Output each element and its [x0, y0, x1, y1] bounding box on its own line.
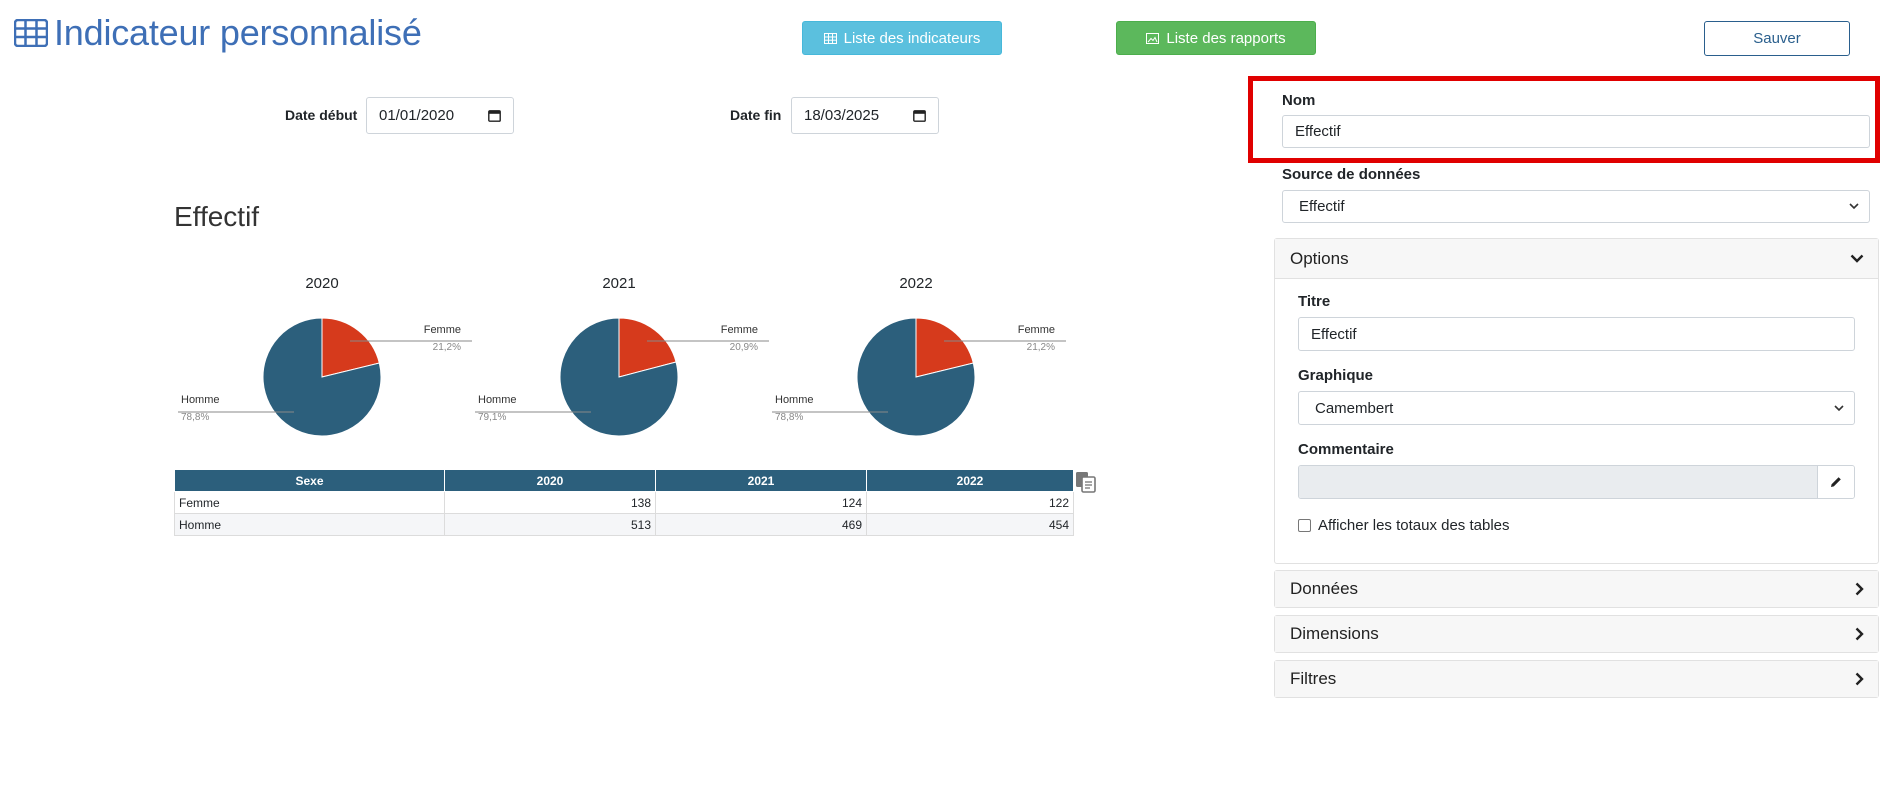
page-title-text: Indicateur personnalisé: [54, 12, 422, 53]
table-header-cell: 2022: [866, 469, 1074, 492]
graph-select-value: Camembert: [1315, 399, 1394, 417]
table-cell: 513: [444, 513, 656, 536]
table-cell: Femme: [174, 491, 445, 514]
table-cell: 454: [866, 513, 1074, 536]
pie-value-femme: 21,2%: [1026, 342, 1055, 353]
table-header-cell: Sexe: [174, 469, 445, 492]
end-date-value: 18/03/2025: [804, 107, 880, 124]
comment-field: [1298, 465, 1855, 499]
chevron-down-icon: [1850, 254, 1864, 263]
pie-title: 2022: [899, 275, 933, 292]
end-date-label: Date fin: [730, 107, 782, 123]
pie-label-femme: Femme: [1017, 324, 1055, 336]
dimensions-panel[interactable]: Dimensions: [1274, 615, 1879, 653]
dimensions-panel-header[interactable]: Dimensions: [1275, 616, 1878, 652]
table-cell: 124: [655, 491, 867, 514]
table-header-cell: 2020: [444, 469, 656, 492]
end-date-input[interactable]: 18/03/2025: [791, 97, 939, 134]
title-label: Titre: [1298, 293, 1331, 310]
calendar-icon: [913, 110, 926, 122]
reports-list-label: Liste des rapports: [1166, 29, 1286, 47]
indicators-list-label: Liste des indicateurs: [843, 29, 981, 47]
indicators-list-button[interactable]: Liste des indicateurs: [802, 21, 1002, 55]
pie-label-femme: Femme: [720, 324, 758, 336]
pie-label-homme: Homme: [775, 394, 814, 406]
filters-panel[interactable]: Filtres: [1274, 660, 1879, 698]
totals-checkbox[interactable]: [1298, 519, 1311, 532]
table-header-row: Sexe 2020 2021 2022: [174, 469, 1074, 492]
filters-panel-header[interactable]: Filtres: [1275, 661, 1878, 697]
pie-value-femme: 21,2%: [432, 342, 461, 353]
picture-icon: [1146, 32, 1160, 44]
name-input[interactable]: Effectif: [1282, 115, 1870, 148]
pie-value-femme: 20,9%: [729, 342, 758, 353]
table-icon: [14, 19, 48, 47]
start-date-label: Date début: [285, 107, 358, 123]
page-title: Indicateur personnalisé: [14, 12, 422, 54]
source-select[interactable]: Effectif: [1282, 190, 1870, 223]
data-panel-title: Données: [1290, 579, 1359, 598]
table-cell: 122: [866, 491, 1074, 514]
table-header-cell: 2021: [655, 469, 867, 492]
table-row: Femme 138 124 122: [174, 491, 1074, 514]
calendar-icon: [488, 110, 501, 122]
table-cell: 138: [444, 491, 656, 514]
name-label: Nom: [1282, 92, 1316, 109]
copy-icon[interactable]: [1075, 471, 1097, 493]
graph-label: Graphique: [1298, 367, 1374, 384]
chevron-right-icon: [1855, 672, 1864, 686]
filters-panel-title: Filtres: [1290, 669, 1337, 688]
chevron-down-icon: [1849, 203, 1859, 210]
source-label: Source de données: [1282, 166, 1421, 183]
totals-label: Afficher les totaux des tables: [1318, 517, 1510, 534]
data-panel[interactable]: Données: [1274, 570, 1879, 608]
pie-value-homme: 79,1%: [478, 412, 507, 423]
comment-label: Commentaire: [1298, 441, 1394, 458]
chevron-right-icon: [1855, 582, 1864, 596]
table-row: Homme 513 469 454: [174, 513, 1074, 536]
dimensions-panel-title: Dimensions: [1290, 624, 1379, 643]
pie-value-homme: 78,8%: [181, 412, 210, 423]
pie-label-femme: Femme: [423, 324, 461, 336]
source-select-value: Effectif: [1299, 198, 1345, 215]
chevron-right-icon: [1855, 627, 1864, 641]
pie-title: 2020: [305, 275, 339, 292]
table-icon: [823, 32, 837, 44]
start-date-value: 01/01/2020: [379, 107, 455, 124]
start-date-input[interactable]: 01/01/2020: [366, 97, 514, 134]
title-input[interactable]: Effectif: [1298, 317, 1855, 351]
options-panel-header[interactable]: Options: [1275, 239, 1878, 279]
pie-label-homme: Homme: [181, 394, 220, 406]
table-cell: 469: [655, 513, 867, 536]
data-panel-header[interactable]: Données: [1275, 571, 1878, 607]
chart-heading: Effectif: [174, 201, 260, 232]
data-table: Sexe 2020 2021 2022 Femme 138 124 122 Ho…: [174, 469, 1074, 536]
options-panel-title: Options: [1290, 248, 1349, 268]
chevron-down-icon: [1834, 404, 1844, 411]
totals-option: Afficher les totaux des tables: [1298, 517, 1510, 534]
pie-value-homme: 78,8%: [775, 412, 804, 423]
graph-select[interactable]: Camembert: [1298, 391, 1855, 425]
comment-input[interactable]: [1299, 466, 1817, 498]
pencil-icon: [1831, 477, 1841, 487]
save-button[interactable]: Sauver: [1704, 21, 1850, 56]
reports-list-button[interactable]: Liste des rapports: [1116, 21, 1316, 55]
edit-comment-button[interactable]: [1817, 466, 1854, 498]
pie-label-homme: Homme: [478, 394, 517, 406]
pie-title: 2021: [602, 275, 636, 292]
table-cell: Homme: [174, 513, 445, 536]
